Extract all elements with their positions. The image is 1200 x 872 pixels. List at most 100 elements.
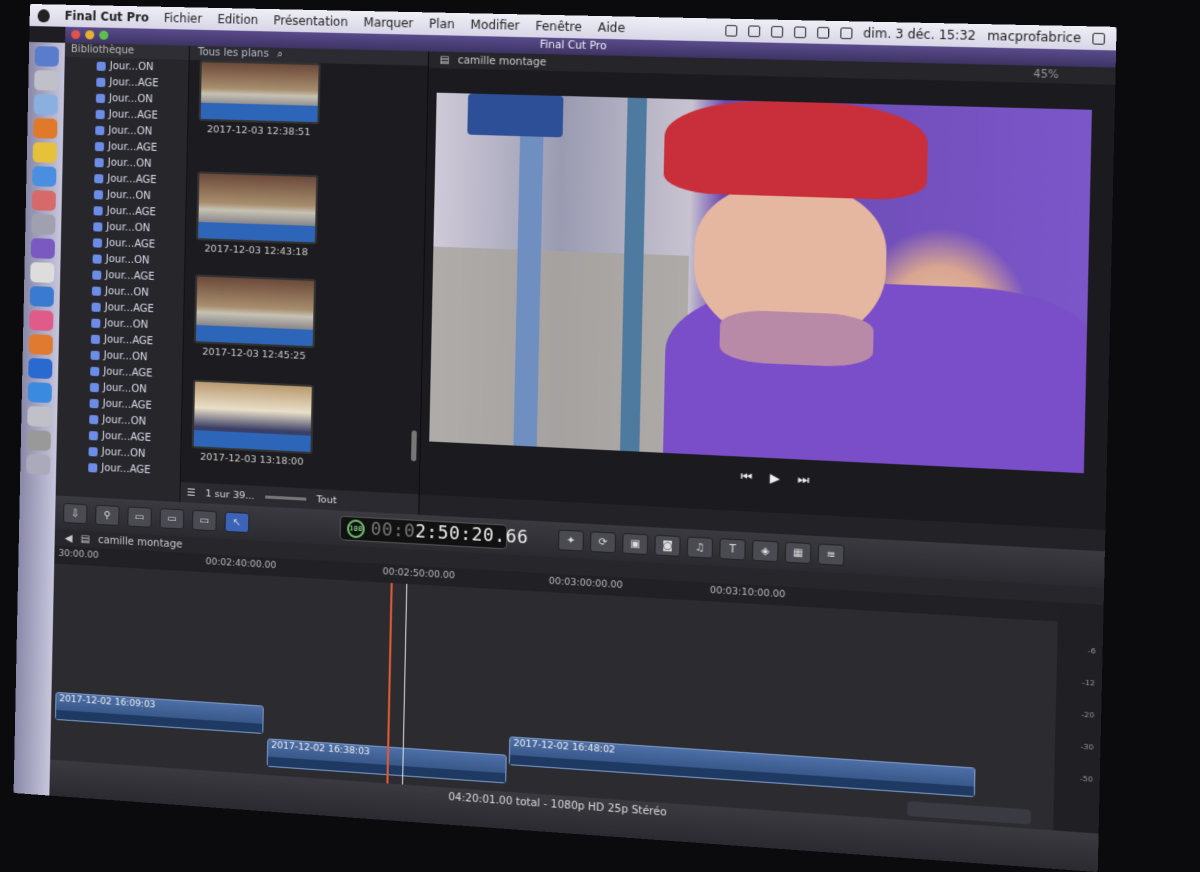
ruler-tick-label: 00:03:00:00.00 (548, 576, 623, 592)
event-star-icon (88, 446, 98, 457)
h-app-icon[interactable] (27, 381, 52, 404)
browser-search-icon[interactable]: ⌕ (277, 48, 283, 62)
menu-edition[interactable]: Edition (217, 12, 258, 27)
ruler-tick-label: 00:02:50:00.00 (382, 567, 456, 582)
mail-icon[interactable] (32, 166, 57, 187)
timeline-project-icon: ▤ (80, 533, 91, 545)
select-tool-button[interactable]: ↖ (224, 511, 250, 534)
system-preferences-icon[interactable] (27, 405, 52, 428)
video-frame (429, 92, 1092, 474)
firefox-icon[interactable] (33, 118, 58, 139)
insert-clip-button[interactable]: ▭ (159, 508, 185, 530)
list-view-icon[interactable]: ☰ (187, 487, 196, 499)
time-machine-icon[interactable] (770, 25, 784, 38)
append-clip-button[interactable]: ▭ (191, 509, 217, 532)
menu-fenetre[interactable]: Fenêtre (535, 19, 582, 34)
clip-timestamp: 2017-12-03 13:18:00 (200, 451, 304, 468)
video-street-sign (467, 93, 564, 138)
menu-app-name[interactable]: Final Cut Pro (65, 9, 149, 25)
timeline-back-icon[interactable]: ◀ (65, 533, 73, 544)
menu-fichier[interactable]: Fichier (164, 11, 202, 26)
app-store-icon[interactable] (29, 286, 54, 308)
titles-browser-button[interactable]: T (719, 538, 746, 561)
vlc-icon[interactable] (28, 334, 53, 356)
preview-icon[interactable] (31, 214, 56, 235)
menu-presentation[interactable]: Présentation (273, 13, 348, 29)
clip-thumbnail[interactable] (191, 379, 314, 455)
dropbox-icon[interactable] (724, 24, 738, 37)
clip-thumbnail[interactable] (193, 274, 317, 349)
calendar-icon[interactable] (30, 262, 55, 284)
event-star-icon (95, 93, 106, 103)
menu-user[interactable]: macprofabrice (987, 28, 1081, 45)
menu-aide[interactable]: Aide (598, 20, 626, 35)
keyword-button[interactable]: ⚲ (95, 504, 120, 527)
photos-icon[interactable] (31, 190, 56, 211)
safari-icon[interactable] (33, 94, 59, 115)
generators-browser-button[interactable]: ◈ (751, 539, 779, 563)
clip-thumbnail[interactable] (196, 171, 319, 245)
event-star-icon (92, 253, 102, 264)
themes-browser-button[interactable]: ▦ (784, 541, 812, 565)
close-window-icon[interactable] (71, 29, 81, 40)
ruler-tick-label: 00:02:40:00.00 (205, 557, 277, 572)
final-cut-icon[interactable] (30, 238, 55, 259)
import-button[interactable]: ⇩ (63, 502, 88, 525)
timeline-clip[interactable]: 2017-12-02 16:09:03 (54, 691, 264, 735)
volume-icon[interactable] (816, 26, 830, 39)
itunes-icon[interactable] (29, 310, 54, 332)
sync-icon[interactable] (747, 24, 761, 37)
library-event-label: Jour...AGE (105, 237, 156, 251)
event-star-icon (92, 269, 102, 280)
airplay-icon[interactable] (793, 25, 807, 38)
browser-clip[interactable]: 2017-12-03 12:38:51 (198, 60, 321, 138)
meter-label: -30 (1080, 742, 1094, 752)
menu-clock[interactable]: dim. 3 déc. 15:32 (863, 26, 976, 43)
retime-button[interactable]: ⟳ (589, 531, 617, 554)
spotlight-search-icon[interactable] (1092, 32, 1106, 45)
browser-scrollbar[interactable] (410, 430, 417, 462)
timeline-clip[interactable]: 2017-12-02 16:48:02 (508, 736, 976, 798)
transport-controls: ⏮ ▶ ⏭ (740, 469, 809, 488)
photos-browser-button[interactable]: ◙ (654, 534, 681, 557)
previous-frame-icon[interactable]: ⏮ (740, 469, 752, 485)
finder-icon[interactable] (34, 46, 60, 67)
library-event-label: Jour...ON (104, 317, 149, 331)
next-frame-icon[interactable]: ⏭ (797, 472, 809, 488)
apple-menu-icon[interactable] (37, 8, 50, 22)
wifi-icon[interactable] (839, 26, 853, 39)
library-event-label: Jour...AGE (101, 462, 151, 476)
play-icon[interactable]: ▶ (770, 471, 780, 487)
enhance-button[interactable]: ✦ (557, 529, 584, 552)
browser-clip[interactable]: 2017-12-03 12:45:25 (193, 274, 317, 362)
trash-icon[interactable] (26, 453, 51, 476)
chrome-icon[interactable] (32, 142, 58, 163)
music-browser-button[interactable]: ♫ (686, 536, 714, 559)
help-icon[interactable] (26, 429, 51, 452)
meter-label: -12 (1081, 678, 1096, 688)
browser-clip[interactable]: 2017-12-03 12:43:18 (196, 171, 319, 258)
connect-clip-button[interactable]: ▭ (127, 506, 152, 528)
photoshop-icon[interactable] (28, 358, 53, 380)
timecode-display[interactable]: 100 00:0 2:50:20.66 (339, 515, 529, 550)
clip-size-slider[interactable] (264, 494, 306, 501)
effects-browser-button[interactable]: ▣ (622, 532, 649, 556)
inspector-button[interactable]: ≡ (817, 543, 845, 566)
zoom-window-icon[interactable] (99, 30, 109, 40)
show-filter[interactable]: Tout (316, 494, 337, 506)
clip-thumbnail[interactable] (198, 60, 321, 125)
minimize-window-icon[interactable] (85, 30, 95, 40)
library-event-label: Jour...ON (106, 189, 151, 202)
viewer-zoom[interactable]: 45% (1033, 68, 1058, 80)
timeline-clip-label: 2017-12-02 16:09:03 (59, 694, 156, 711)
event-star-icon (89, 414, 99, 424)
library-event-label: Jour...AGE (108, 108, 159, 122)
event-star-icon (88, 462, 98, 473)
menu-modifier[interactable]: Modifier (470, 17, 519, 32)
menu-marquer[interactable]: Marquer (363, 15, 413, 30)
event-star-icon (90, 350, 100, 360)
browser-clip[interactable]: 2017-12-03 13:18:00 (191, 379, 314, 468)
launchpad-icon[interactable] (34, 70, 59, 91)
timecode-value: 2:50:20.66 (415, 521, 529, 549)
menu-plan[interactable]: Plan (429, 17, 455, 32)
